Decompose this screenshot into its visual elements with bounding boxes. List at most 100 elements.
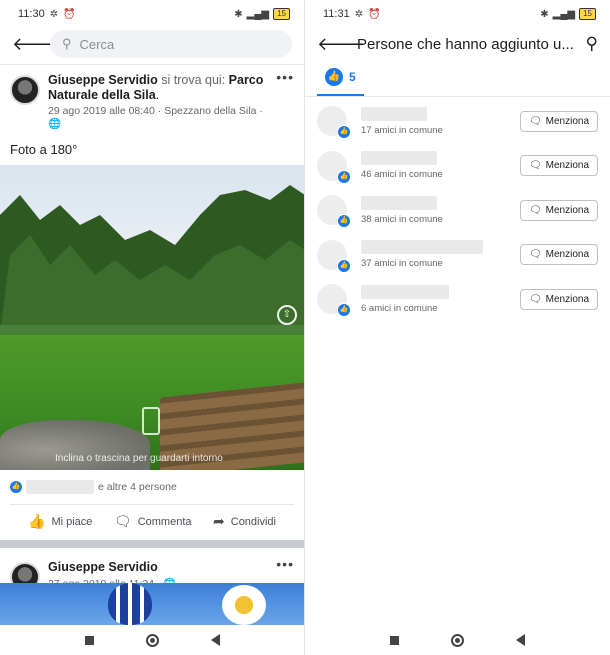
- post-header: Giuseppe Servidio si trova qui: Parco Na…: [0, 65, 304, 130]
- share-button[interactable]: ➦ Condividi: [213, 513, 276, 530]
- status-bar: 11:30 ✲ ⏰ ✱ ▂▄▆ 15: [0, 0, 304, 28]
- avatar[interactable]: 👍: [317, 284, 351, 318]
- recent-apps-button[interactable]: [85, 635, 94, 645]
- search-input[interactable]: ⚲ Cerca: [50, 30, 292, 58]
- home-button[interactable]: [451, 633, 464, 647]
- android-nav-bar: [305, 625, 610, 655]
- like-icon: 👍: [28, 513, 46, 529]
- battery-icon: 15: [273, 8, 290, 20]
- share-icon: ➦: [213, 513, 225, 529]
- mention-label: Menziona: [545, 249, 589, 261]
- left-screen: 11:30 ✲ ⏰ ✱ ▂▄▆ 15 🡐 ⚲ Cerca Giuseppe Se…: [0, 0, 305, 655]
- avatar[interactable]: 👍: [317, 195, 351, 229]
- mention-button[interactable]: 🗨 Menziona: [519, 110, 598, 132]
- tilt-phone-icon: [142, 407, 160, 435]
- post-separator: [0, 540, 304, 548]
- right-screen: 11:31 ✲ ⏰ ✱ ▂▄▆ 15 🡐 Persone che hanno a…: [305, 0, 610, 655]
- avatar[interactable]: [10, 75, 40, 105]
- status-bar: 11:31 ✲ ⏰ ✱ ▂▄▆ 15: [305, 0, 610, 28]
- mutual-friends: 38 amici in comune: [361, 213, 443, 225]
- like-badge-icon: 👍: [337, 303, 351, 318]
- photo-trees: [0, 185, 304, 345]
- page-title: Persone che hanno aggiunto u...: [357, 35, 574, 53]
- reactions-summary[interactable]: 👍 e altre 4 persone: [0, 470, 304, 504]
- search-icon[interactable]: ⚲: [586, 34, 598, 54]
- back-button[interactable]: [516, 634, 525, 646]
- tab-count: 5: [349, 70, 356, 84]
- mention-button[interactable]: 🗨 Menziona: [519, 199, 598, 221]
- list-item[interactable]: 👍 17 amici in comune 🗨 Menziona: [305, 99, 610, 144]
- mention-icon: 🗨: [528, 160, 542, 172]
- mutual-friends: 17 amici in comune: [361, 124, 443, 136]
- redacted-name: [361, 240, 483, 255]
- post-author[interactable]: Giuseppe Servidio: [48, 73, 158, 87]
- signal-icon: ▂▄▆: [246, 8, 270, 20]
- post-caption: Foto a 180°: [10, 142, 78, 157]
- post-author[interactable]: Giuseppe Servidio: [48, 560, 158, 574]
- reaction-tabs: 👍 5: [305, 60, 610, 97]
- mention-label: Menziona: [545, 160, 589, 172]
- list-item[interactable]: 👍 37 amici in comune 🗨 Menziona: [305, 233, 610, 278]
- post-subline: 29 ago 2019 alle 08:40 · Spezzano della …: [48, 105, 263, 130]
- photo-flower: [222, 585, 266, 625]
- mention-button[interactable]: 🗨 Menziona: [519, 155, 598, 177]
- redacted-name: [361, 195, 437, 210]
- comment-label: Commenta: [137, 515, 192, 528]
- panorama-photo[interactable]: ⇧ Inclina o trascina per guardarti intor…: [0, 165, 304, 470]
- post-date[interactable]: 29 ago 2019 alle 08:40: [48, 105, 155, 117]
- redacted-name: [361, 284, 449, 299]
- avatar[interactable]: 👍: [317, 106, 351, 140]
- back-arrow-icon[interactable]: 🡐: [12, 34, 60, 55]
- bluetooth-icon: ✱: [234, 8, 243, 20]
- mutual-friends: 46 amici in comune: [361, 169, 443, 181]
- avatar[interactable]: 👍: [317, 150, 351, 184]
- like-label: Mi piace: [51, 515, 93, 528]
- tab-likes[interactable]: 👍 5: [317, 68, 364, 96]
- post-actions: 👍 Mi piace 🗨 Commenta ➦ Condividi: [10, 504, 294, 540]
- back-arrow-icon[interactable]: 🡐: [317, 34, 365, 55]
- location-prefix: si trova qui:: [161, 73, 226, 87]
- alarm-icon: ⏰: [368, 8, 381, 20]
- mention-label: Menziona: [545, 115, 589, 127]
- mutual-friends: 37 amici in comune: [361, 258, 443, 270]
- like-badge-icon: 👍: [337, 169, 351, 184]
- mutual-friends: 6 amici in comune: [361, 302, 438, 314]
- like-badge-icon: 👍: [337, 258, 351, 273]
- photo-hint: Inclina o trascina per guardarti intorno: [55, 453, 223, 464]
- search-placeholder: Cerca: [79, 36, 115, 52]
- post-place[interactable]: Spezzano della Sila: [164, 105, 256, 117]
- top-bar: 🡐 Persone che hanno aggiunto u... ⚲: [305, 28, 610, 60]
- more-icon[interactable]: •••: [276, 69, 294, 130]
- bluetooth-icon: ✱: [540, 8, 549, 20]
- share-label: Condividi: [230, 515, 276, 528]
- list-item[interactable]: 👍 46 amici in comune 🗨 Menziona: [305, 144, 610, 189]
- like-icon: 👍: [10, 481, 22, 493]
- back-button[interactable]: [211, 634, 220, 646]
- compass-icon[interactable]: ⇧: [277, 305, 297, 325]
- redacted-name: [361, 151, 437, 166]
- like-badge-icon: 👍: [337, 125, 351, 140]
- photo-balloon: [108, 583, 152, 625]
- avatar[interactable]: 👍: [317, 239, 351, 273]
- list-item[interactable]: 👍 6 amici in comune 🗨 Menziona: [305, 277, 610, 322]
- post-author-line: Giuseppe Servidio: [48, 560, 276, 575]
- home-button[interactable]: [146, 633, 159, 647]
- comment-button[interactable]: 🗨 Commenta: [114, 513, 192, 530]
- mention-icon: 🗨: [528, 293, 542, 305]
- mention-label: Menziona: [545, 293, 589, 305]
- signal-icon: ▂▄▆: [552, 8, 576, 20]
- gear-icon: ✲: [354, 8, 364, 20]
- gear-icon: ✲: [49, 8, 59, 20]
- status-time: 11:30: [18, 8, 45, 20]
- list-item[interactable]: 👍 38 amici in comune 🗨 Menziona: [305, 188, 610, 233]
- alarm-icon: ⏰: [63, 8, 76, 20]
- like-button[interactable]: 👍 Mi piace: [28, 513, 92, 530]
- redacted-name: [361, 106, 427, 121]
- mention-label: Menziona: [545, 204, 589, 216]
- people-list: 👍 17 amici in comune 🗨 Menziona 👍 46 amic…: [305, 97, 610, 322]
- recent-apps-button[interactable]: [390, 635, 399, 645]
- android-nav-bar: [0, 625, 304, 655]
- mention-button[interactable]: 🗨 Menziona: [519, 288, 598, 310]
- post2-photo[interactable]: [0, 583, 304, 625]
- mention-button[interactable]: 🗨 Menziona: [519, 244, 598, 266]
